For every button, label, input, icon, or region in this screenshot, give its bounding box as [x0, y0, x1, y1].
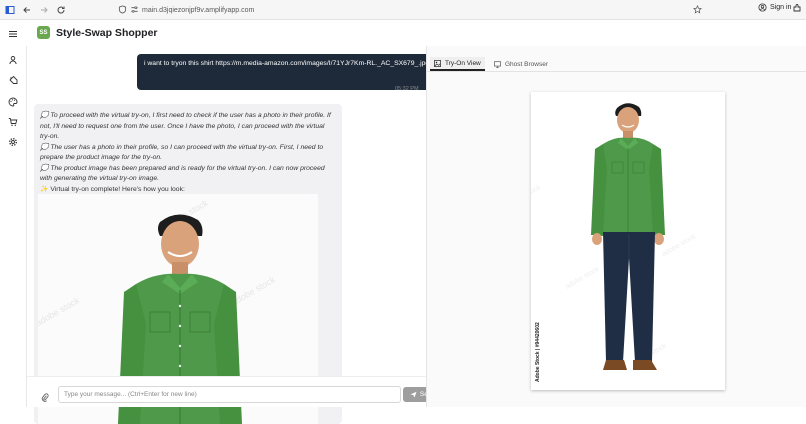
image-credit: Adobe Stock | #94420602 — [535, 322, 541, 382]
site-info-icon[interactable] — [130, 5, 139, 16]
attach-paperclip-icon[interactable] — [41, 389, 49, 407]
account-icon — [758, 3, 767, 12]
back-icon[interactable] — [20, 3, 34, 17]
chat-panel: i want to tryon this shirt https://m.med… — [27, 46, 447, 424]
tag-icon[interactable] — [7, 74, 19, 86]
sidebar-rail — [0, 31, 27, 407]
tab-tryon-view-label: Try-On View — [445, 59, 481, 67]
url-text[interactable]: main.d3jqiezonjpf9v.amplifyapp.com — [142, 7, 254, 14]
image-icon — [434, 59, 441, 67]
assistant-thought-1: 💭 To proceed with the virtual try-on, I … — [40, 112, 331, 140]
send-icon — [410, 391, 417, 398]
app-logo: SS — [37, 26, 50, 39]
address-bar[interactable]: main.d3jqiezonjpf9v.amplifyapp.com — [114, 3, 708, 17]
sidebar-toggle-icon[interactable] — [3, 3, 17, 17]
tryon-panel: Try-On View Ghost Browser adobe stock ado… — [426, 46, 806, 407]
sign-in-button[interactable]: Sign in — [758, 3, 791, 12]
monitor-icon — [494, 60, 501, 68]
tab-ghost-browser-label: Ghost Browser — [505, 60, 548, 68]
app-title: Style-Swap Shopper — [56, 27, 158, 39]
shield-icon[interactable] — [118, 5, 127, 16]
profile-icon[interactable] — [7, 54, 19, 66]
settings-gear-icon[interactable] — [7, 136, 19, 148]
sign-in-label: Sign in — [770, 4, 792, 11]
assistant-thought-2: 💭 The user has a photo in their profile,… — [40, 143, 324, 162]
extensions-icon[interactable] — [792, 3, 802, 15]
bookmark-star-icon[interactable] — [693, 5, 702, 16]
tryon-preview-image[interactable]: adobe stockadobe stock adobe stockadobe … — [531, 92, 725, 390]
tab-tryon-view[interactable]: Try-On View — [430, 57, 485, 71]
palette-icon[interactable] — [7, 96, 19, 108]
browser-toolbar: main.d3jqiezonjpf9v.amplifyapp.com Sign … — [0, 0, 806, 20]
user-message-bubble: i want to tryon this shirt https://m.med… — [137, 54, 447, 90]
message-composer: Type your message... (Ctrl+Enter for new… — [27, 376, 442, 407]
app-header: SS Style-Swap Shopper — [0, 20, 806, 46]
message-timestamp: 05:32 PM — [395, 86, 419, 92]
message-input[interactable]: Type your message... (Ctrl+Enter for new… — [58, 386, 401, 403]
forward-icon[interactable] — [37, 3, 51, 17]
assistant-thought-3: 💭 The product image has been prepared an… — [40, 164, 325, 183]
reload-icon[interactable] — [54, 3, 68, 17]
cart-icon[interactable] — [7, 116, 19, 128]
panel-tabs: Try-On View Ghost Browser — [427, 56, 806, 72]
tab-ghost-browser[interactable]: Ghost Browser — [490, 57, 552, 71]
menu-icon[interactable] — [7, 28, 19, 40]
